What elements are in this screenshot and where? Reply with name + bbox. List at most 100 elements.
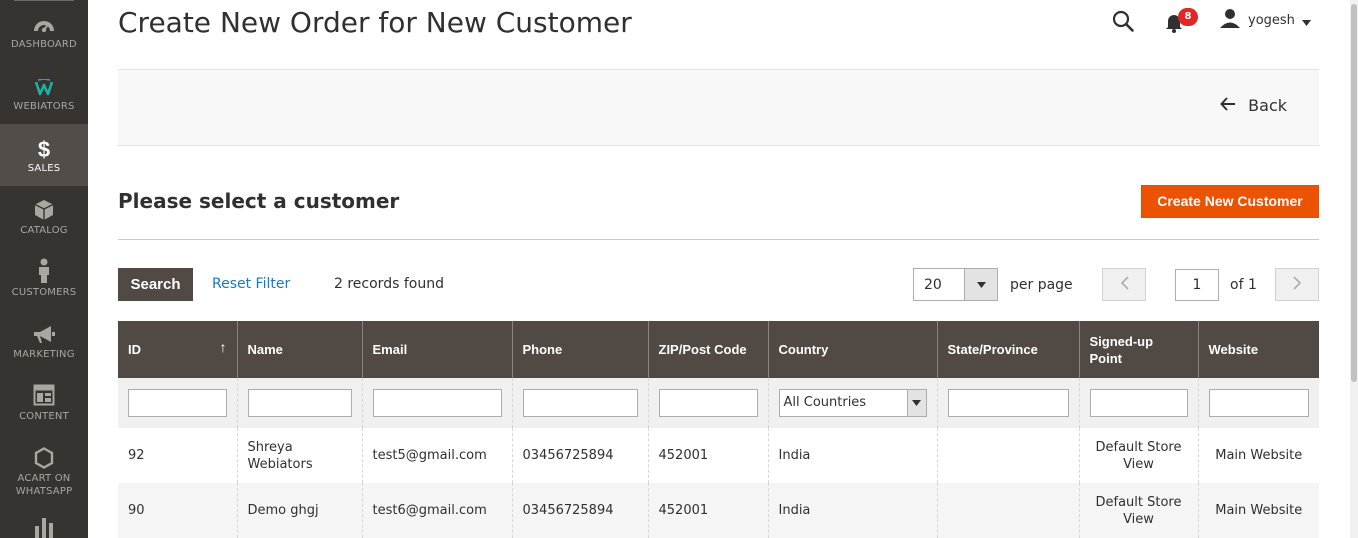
filter-website-input[interactable] [1208,389,1309,417]
filter-name-input[interactable] [247,389,352,417]
per-page-label: per page [1010,277,1073,293]
cell-id: 92 [118,428,237,483]
webiators-logo-icon [0,79,88,97]
user-account-menu[interactable]: yogesh [1220,9,1311,31]
total-pages-label: of 1 [1230,277,1257,293]
cell-country: India [767,428,937,483]
filter-zip-input[interactable] [658,389,758,417]
sidebar-item-label: CONTENT [19,411,69,422]
column-header-email[interactable]: Email [361,321,512,378]
sidebar-item-dashboard[interactable]: DASHBOARD [0,0,88,62]
back-button-label: Back [1248,96,1287,115]
layout-icon [0,384,88,406]
sidebar-item-acart-whatsapp[interactable]: ACART ON WHATSAPP [0,434,88,504]
column-header-state[interactable]: State/Province [936,321,1079,378]
cell-country: India [767,483,937,538]
cell-signup-point: Default Store View [1078,428,1198,483]
grid-header-row: ID ↑ Name Email Phone ZIP/Post Code Count… [118,321,1319,378]
page-scrollbar[interactable] [1350,0,1358,538]
arrow-left-icon [1220,96,1236,115]
records-found-count: 2 records found [334,276,444,292]
column-header-signup-point[interactable]: Signed-up Point [1078,321,1198,378]
filter-id-input[interactable] [128,389,227,417]
cell-zip: 452001 [647,428,768,483]
per-page-value: 20 [924,277,942,293]
cell-name: Demo ghgj [236,483,362,538]
global-search-icon[interactable] [1111,9,1135,33]
cell-website: Main Website [1197,428,1319,483]
hexagon-icon [0,447,88,469]
filter-country-select[interactable]: All Countries [778,389,927,417]
next-page-button[interactable] [1275,268,1319,301]
column-header-country[interactable]: Country [767,321,937,378]
cell-state [936,428,1079,483]
search-button[interactable]: Search [118,268,193,301]
box-icon [0,199,88,221]
bar-chart-icon [0,516,88,538]
back-button[interactable]: Back [1220,96,1287,115]
filter-country-value: All Countries [783,395,867,410]
dollar-icon: $ [0,137,88,161]
column-header-id[interactable]: ID ↑ [118,321,237,378]
create-new-customer-button[interactable]: Create New Customer [1141,185,1319,218]
cell-name: Shreya Webiators [236,428,362,483]
sidebar-item-label: WEBIATORS [13,101,75,112]
chevron-down-icon [964,269,997,300]
customer-grid: ID ↑ Name Email Phone ZIP/Post Code Count… [118,321,1319,538]
sidebar-item-marketing[interactable]: MARKETING [0,310,88,372]
filter-phone-input[interactable] [522,389,638,417]
cell-website: Main Website [1197,483,1319,538]
section-divider [118,239,1319,240]
filter-signup-point-input[interactable] [1089,389,1188,417]
page-actions-bar: Back [118,69,1319,146]
sidebar-item-label: DASHBOARD [11,39,77,50]
chevron-left-icon [1120,275,1129,294]
sidebar-item-reports[interactable] [0,504,88,538]
app-root: DASHBOARD WEBIATORS $ SALES CATALOG CUST… [0,0,1358,538]
sidebar-item-catalog[interactable]: CATALOG [0,186,88,248]
sidebar-item-customers[interactable]: CUSTOMERS [0,248,88,310]
current-page-input[interactable]: 1 [1175,269,1219,301]
dashboard-gauge-icon [0,15,88,35]
filter-state-input[interactable] [947,389,1069,417]
sidebar-item-content[interactable]: CONTENT [0,372,88,434]
section-title: Please select a customer [118,189,400,213]
cell-phone: 03456725894 [511,428,648,483]
page-scrollbar-thumb[interactable] [1351,4,1357,382]
sidebar-item-label: SALES [27,163,61,174]
notifications-count-badge[interactable]: 8 [1178,8,1198,26]
sidebar-item-label: ACART ON WHATSAPP [15,473,73,497]
person-icon [0,258,88,284]
table-row[interactable]: 90 Demo ghgj test6@gmail.com 03456725894… [118,483,1319,538]
cell-email: test5@gmail.com [361,428,512,483]
page-title: Create New Order for New Customer [118,6,632,39]
chevron-right-icon [1292,275,1302,294]
user-name: yogesh [1248,12,1295,28]
cell-id: 90 [118,483,237,538]
admin-sidebar: DASHBOARD WEBIATORS $ SALES CATALOG CUST… [0,0,88,538]
cell-zip: 452001 [647,483,768,538]
filter-email-input[interactable] [372,389,502,417]
per-page-select[interactable]: 20 [913,268,998,301]
grid-filter-row: All Countries [118,378,1319,428]
cell-phone: 03456725894 [511,483,648,538]
column-header-website[interactable]: Website [1197,321,1319,378]
cell-email: test6@gmail.com [361,483,512,538]
sort-ascending-arrow-icon: ↑ [219,339,227,355]
reset-filter-link[interactable]: Reset Filter [212,276,290,292]
sidebar-item-sales[interactable]: $ SALES [0,124,88,186]
user-avatar-icon [1220,8,1240,32]
cell-state [936,483,1079,538]
chevron-down-icon [906,390,926,416]
sidebar-item-webiators[interactable]: WEBIATORS [0,62,88,124]
column-header-phone[interactable]: Phone [511,321,648,378]
cell-signup-point: Default Store View [1078,483,1198,538]
table-row[interactable]: 92 Shreya Webiators test5@gmail.com 0345… [118,428,1319,483]
svg-text:$: $ [38,137,50,161]
previous-page-button[interactable] [1102,268,1146,301]
chevron-down-icon [1301,11,1311,30]
sidebar-item-label: CATALOG [20,225,68,236]
column-header-zip[interactable]: ZIP/Post Code [647,321,768,378]
column-header-name[interactable]: Name [236,321,362,378]
sidebar-item-label: MARKETING [13,349,75,360]
